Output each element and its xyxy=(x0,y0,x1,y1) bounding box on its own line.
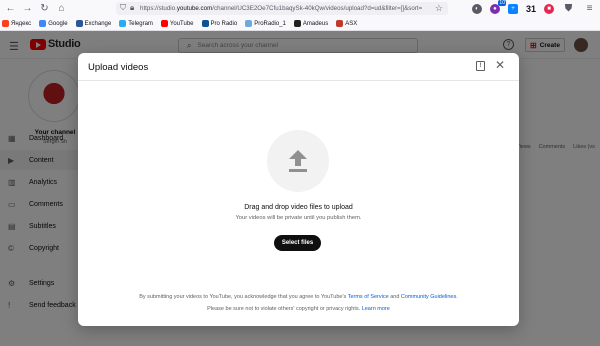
bookmark-favicon-icon xyxy=(201,20,209,27)
bookmark-label: YouTube xyxy=(169,20,194,27)
plus-extension-icon[interactable]: + xyxy=(507,3,518,14)
url-text: https://studio.youtube.com/channel/UC3E2… xyxy=(140,5,423,12)
bookmark-favicon-icon xyxy=(336,20,344,27)
extension-badge-icon[interactable]: ● 10 xyxy=(489,0,506,14)
bookmark-item[interactable]: Google xyxy=(39,20,68,27)
upload-dialog: Upload videos ! ✕ Drag and drop video fi… xyxy=(78,53,519,326)
bookmark-item[interactable]: Exchange xyxy=(75,20,112,27)
bookmark-star-icon[interactable]: ☆ xyxy=(435,3,443,14)
close-icon[interactable]: ✕ xyxy=(494,58,506,72)
abp-extension-icon[interactable]: ■ xyxy=(544,3,554,14)
bookmark-label: Pro Radio xyxy=(210,20,238,27)
home-icon[interactable]: ⌂ xyxy=(55,2,68,15)
back-icon[interactable]: ← xyxy=(4,2,17,15)
shield-extension-icon[interactable]: ⛊ xyxy=(562,2,575,15)
forward-icon[interactable]: → xyxy=(21,2,34,15)
select-files-button[interactable]: Select files xyxy=(274,235,321,251)
bookmark-item[interactable]: ASX xyxy=(336,20,357,27)
privacy-text: Please be sure not to violate others' co… xyxy=(78,306,519,312)
legal-text-and: and xyxy=(388,294,401,300)
dialog-title: Upload videos xyxy=(88,62,149,73)
calendar-extension[interactable]: 31 xyxy=(526,4,536,14)
bookmark-item[interactable]: Pro Radio xyxy=(201,20,238,27)
feedback-icon[interactable]: ! xyxy=(476,61,485,71)
bookmarks-bar: Яндекс Google Exchange Telegram YouTube Pro R… xyxy=(0,17,600,31)
bookmark-favicon-icon xyxy=(2,20,9,27)
reload-icon[interactable]: ↻ xyxy=(38,2,51,15)
bookmark-favicon-icon xyxy=(119,20,127,27)
upload-arrow-icon xyxy=(289,150,307,172)
shield-icon: ⛉ xyxy=(120,3,126,12)
bookmark-favicon-icon xyxy=(75,20,83,27)
extension-badge: 10 xyxy=(498,0,506,6)
bookmark-label: ProRadio_1 xyxy=(254,20,286,27)
bookmark-label: Telegram xyxy=(128,20,153,27)
dialog-divider xyxy=(78,80,519,81)
legal-text-end: . xyxy=(456,294,458,300)
lock-icon: 🔒︎ xyxy=(130,3,135,12)
bookmark-item[interactable]: Яндекс xyxy=(2,20,31,27)
privacy-text-pre: Please be sure not to violate others' co… xyxy=(207,306,362,312)
bookmark-item[interactable]: Amadeus xyxy=(293,20,329,27)
drop-title: Drag and drop video files to upload xyxy=(244,204,353,211)
bookmark-favicon-icon xyxy=(245,20,253,27)
bookmark-label: Google xyxy=(48,20,68,27)
bookmark-label: Exchange xyxy=(84,20,112,27)
menu-icon[interactable]: ≡ xyxy=(583,2,596,15)
legal-text: By submitting your videos to YouTube, yo… xyxy=(78,294,519,300)
bookmark-favicon-icon xyxy=(160,20,168,27)
bookmark-label: Яндекс xyxy=(11,20,32,27)
community-guidelines-link[interactable]: Community Guidelines xyxy=(401,294,456,300)
upload-drop-zone[interactable] xyxy=(267,130,329,192)
terms-of-service-link[interactable]: Terms of Service xyxy=(348,294,389,300)
address-bar[interactable]: ⛉ 🔒︎ https://studio.youtube.com/channel/… xyxy=(116,2,448,15)
bookmark-label: ASX xyxy=(345,20,358,27)
bookmark-item[interactable]: ProRadio_1 xyxy=(245,20,286,27)
bookmark-item[interactable]: YouTube xyxy=(160,20,194,27)
bookmark-favicon-icon xyxy=(293,20,301,27)
drop-subtitle: Your videos will be private until you pu… xyxy=(235,215,362,221)
bookmark-label: Amadeus xyxy=(302,20,329,27)
extension-icon[interactable]: ◐ xyxy=(471,3,482,14)
legal-text-pre: By submitting your videos to YouTube, yo… xyxy=(139,294,348,300)
browser-toolbar: ← → ↻ ⌂ ⛉ 🔒︎ https://studio.youtube.com/… xyxy=(0,0,600,17)
bookmark-item[interactable]: Telegram xyxy=(119,20,153,27)
learn-more-link[interactable]: Learn more xyxy=(362,306,390,312)
bookmark-favicon-icon xyxy=(39,20,47,27)
